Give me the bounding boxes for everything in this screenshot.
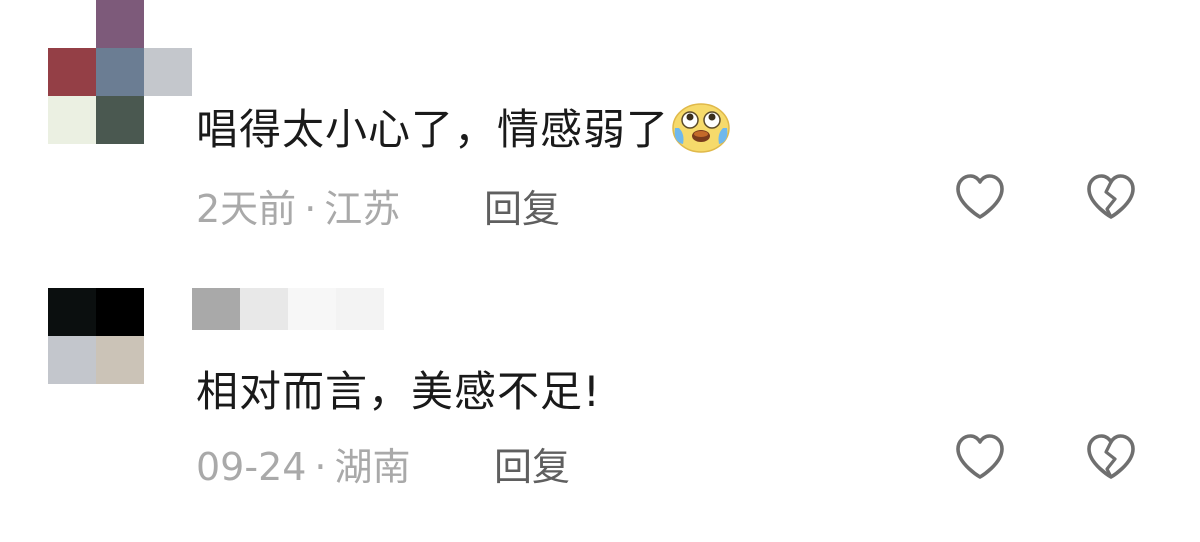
reply-button[interactable]: 回复	[484, 178, 560, 233]
meta-separator: ·	[314, 445, 327, 489]
comment-text-content: 唱得太小心了，情感弱了	[196, 105, 670, 154]
comment-text: 唱得太小心了，情感弱了	[196, 96, 731, 157]
comment-location: 湖南	[334, 445, 411, 489]
comment-meta: 09-24 · 湖南	[196, 436, 411, 491]
broken-heart-icon[interactable]	[1084, 432, 1138, 482]
reply-button[interactable]: 回复	[494, 436, 570, 491]
comment-text: 相对而言，美感不足!	[196, 358, 601, 419]
broken-heart-icon[interactable]	[1084, 172, 1138, 222]
username-mosaic	[192, 288, 384, 330]
avatar[interactable]	[48, 0, 192, 144]
avatar[interactable]	[48, 288, 192, 384]
comment-time: 2天前	[196, 187, 297, 231]
heart-outline-icon[interactable]	[953, 432, 1007, 482]
tears-of-joy-emoji-icon	[672, 103, 730, 153]
comment-time: 09-24	[196, 445, 307, 489]
meta-separator: ·	[304, 187, 317, 231]
heart-outline-icon[interactable]	[953, 172, 1007, 222]
comment-location: 江苏	[324, 187, 401, 231]
comment-meta: 2天前 · 江苏	[196, 178, 400, 233]
comment-text-content: 相对而言，美感不足!	[196, 367, 601, 416]
